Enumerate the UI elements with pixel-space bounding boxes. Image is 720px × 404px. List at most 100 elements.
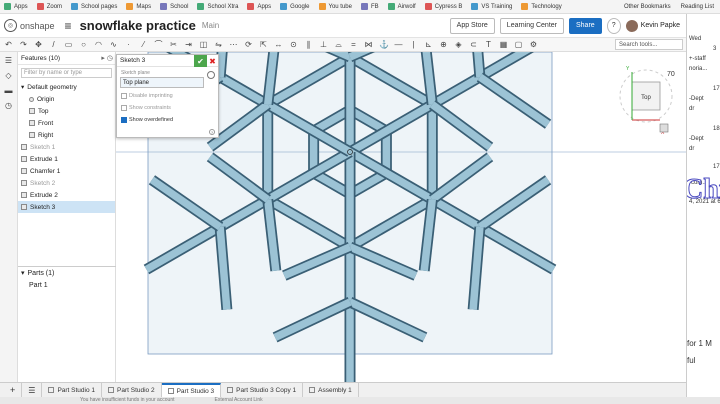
tab-part-studio-3-copy-1[interactable]: Part Studio 3 Copy 1 xyxy=(221,382,304,398)
point-icon[interactable]: · xyxy=(124,40,133,49)
text-icon[interactable]: T xyxy=(484,40,493,49)
part-studio-icon xyxy=(48,387,55,393)
bookmark-item[interactable]: FB xyxy=(361,3,379,10)
tangent-icon[interactable]: ⌓ xyxy=(334,40,343,50)
add-tab-button[interactable]: + xyxy=(4,382,23,398)
fix-icon[interactable]: ⚓ xyxy=(379,40,389,49)
user-menu[interactable]: Kevin Papke xyxy=(625,19,680,32)
branch-label[interactable]: Main xyxy=(202,21,219,30)
coincident-icon[interactable]: ⊙ xyxy=(289,40,298,49)
history-icon[interactable] xyxy=(207,71,215,79)
menu-icon[interactable]: ≡ xyxy=(65,19,72,33)
spline-icon[interactable]: ∿ xyxy=(109,40,118,49)
share-button[interactable]: Share xyxy=(569,17,602,34)
linear-pattern-icon[interactable]: ⋯ xyxy=(229,40,238,49)
part-item[interactable]: Part 1 xyxy=(18,279,116,291)
perpendicular-icon[interactable]: ⊥ xyxy=(319,40,328,49)
history-icon[interactable]: ◷ xyxy=(5,101,12,110)
fillet-icon[interactable]: ⌒ xyxy=(154,39,163,50)
bookmark-item[interactable]: Apps xyxy=(247,3,271,10)
parts-group[interactable]: ▾ Parts (1) xyxy=(18,267,116,279)
app-store-button[interactable]: App Store xyxy=(449,17,495,34)
view-cube[interactable]: Top X Y 70 xyxy=(612,64,684,144)
arc-icon[interactable]: ◠ xyxy=(94,40,103,49)
bookmark-item[interactable]: School pages xyxy=(71,3,117,10)
trim-icon[interactable]: ✂ xyxy=(169,40,178,49)
undo-icon[interactable]: ↶ xyxy=(4,40,13,49)
feature-item[interactable]: Extrude 1 xyxy=(18,153,115,165)
bookmark-item[interactable]: Maps xyxy=(126,3,151,10)
parallel-icon[interactable]: ∥ xyxy=(304,40,313,49)
tools-icon[interactable]: ⚙ xyxy=(529,40,538,49)
display-mode-icon[interactable] xyxy=(659,123,669,133)
feature-item[interactable]: Sketch 2 xyxy=(18,177,115,189)
tab-list-icon[interactable]: ☰ xyxy=(22,382,43,398)
tab-assembly-1[interactable]: Assembly 1 xyxy=(303,382,359,398)
parts-icon[interactable]: ◇ xyxy=(5,71,11,80)
pierce-icon[interactable]: ⊕ xyxy=(439,40,448,49)
feature-item[interactable]: Right xyxy=(18,129,115,141)
mirror-icon[interactable]: ⇋ xyxy=(214,40,223,49)
equal-icon[interactable]: = xyxy=(349,40,358,49)
feature-item[interactable]: Extrude 2 xyxy=(18,189,115,201)
move-icon[interactable]: ✥ xyxy=(34,40,43,49)
bookmark-item[interactable]: Cypress B xyxy=(424,3,462,10)
feature-item[interactable]: Chamfer 1 xyxy=(18,165,115,177)
comments-icon[interactable]: ▬ xyxy=(5,86,13,95)
tab-part-studio-1[interactable]: Part Studio 1 xyxy=(42,382,103,398)
image-icon[interactable]: ▦ xyxy=(499,40,508,49)
bookmark-item[interactable]: Google xyxy=(280,3,310,10)
onshape-logo[interactable]: ◎ onshape xyxy=(4,19,55,32)
use-icon[interactable]: ◈ xyxy=(454,40,463,49)
circle-icon[interactable]: ○ xyxy=(79,40,88,49)
sketch-option-checkbox[interactable]: Show constraints xyxy=(117,102,218,114)
feature-item[interactable]: Sketch 3 xyxy=(18,201,115,213)
learning-center-button[interactable]: Learning Center xyxy=(499,17,564,34)
bookmark-item[interactable]: Apps xyxy=(4,3,28,10)
feature-list-icon[interactable]: ☰ xyxy=(5,56,12,65)
dimension-icon[interactable]: ↔ xyxy=(274,40,283,49)
offset-icon[interactable]: ◫ xyxy=(199,40,208,49)
midpoint-icon[interactable]: ⋈ xyxy=(364,40,373,49)
feature-filter-input[interactable]: Filter by name or type xyxy=(21,68,112,78)
rectangle-icon[interactable]: ▭ xyxy=(64,40,73,49)
default-geometry-group[interactable]: ▾ Default geometry xyxy=(18,81,115,93)
construction-icon[interactable]: ⁄ xyxy=(139,40,148,49)
extend-icon[interactable]: ⇥ xyxy=(184,40,193,49)
search-tools-input[interactable]: Search tools... xyxy=(615,39,683,50)
accept-check-icon[interactable]: ✔ xyxy=(194,55,207,67)
tab-part-studio-3[interactable]: Part Studio 3 xyxy=(161,382,222,398)
sketch-plane-field[interactable]: Top plane xyxy=(120,77,204,88)
bookmark-item[interactable]: VS Training xyxy=(471,3,512,10)
normal-icon[interactable]: ⊾ xyxy=(424,40,433,49)
cancel-x-icon[interactable]: ✖ xyxy=(207,55,218,67)
slot-icon[interactable]: ⊂ xyxy=(469,40,478,49)
circular-pattern-icon[interactable]: ⟳ xyxy=(244,40,253,49)
bookmark-item[interactable]: Technology xyxy=(521,3,562,10)
bookmark-item[interactable]: Other Bookmarks xyxy=(624,4,671,10)
bookmark-item[interactable]: Reading List xyxy=(681,4,714,10)
line-icon[interactable]: / xyxy=(49,40,58,49)
sketch-option-checkbox[interactable]: Show overdefined xyxy=(117,114,218,126)
sketch-option-checkbox[interactable]: Disable imprinting xyxy=(117,90,218,102)
feature-item[interactable]: Top xyxy=(18,105,115,117)
panel-controls[interactable]: ▸ ◷ xyxy=(101,54,115,62)
help-icon[interactable]: ? xyxy=(209,129,215,135)
bookmark-item[interactable]: Zoom xyxy=(36,3,62,10)
bookmark-item[interactable]: School xyxy=(160,3,188,10)
vertical-icon[interactable]: | xyxy=(409,40,418,49)
tab-part-studio-2[interactable]: Part Studio 2 xyxy=(102,382,162,398)
bookmark-item[interactable]: You tube xyxy=(318,3,352,10)
horizontal-icon[interactable]: — xyxy=(394,40,403,49)
help-button[interactable]: ? xyxy=(606,17,621,34)
bookmark-item[interactable]: School Xtra xyxy=(197,3,238,10)
transform-icon[interactable]: ⇱ xyxy=(259,40,268,49)
bookmark-item[interactable]: Airwolf xyxy=(387,3,416,10)
redo-icon[interactable]: ↷ xyxy=(19,40,28,49)
frame-icon[interactable]: ▢ xyxy=(514,40,523,49)
feature-item[interactable]: Front xyxy=(18,117,115,129)
feature-item[interactable]: Origin xyxy=(18,93,115,105)
document-title[interactable]: snowflake practice xyxy=(80,18,196,33)
bookmark-label: Apps xyxy=(257,3,272,10)
feature-item[interactable]: Sketch 1 xyxy=(18,141,115,153)
